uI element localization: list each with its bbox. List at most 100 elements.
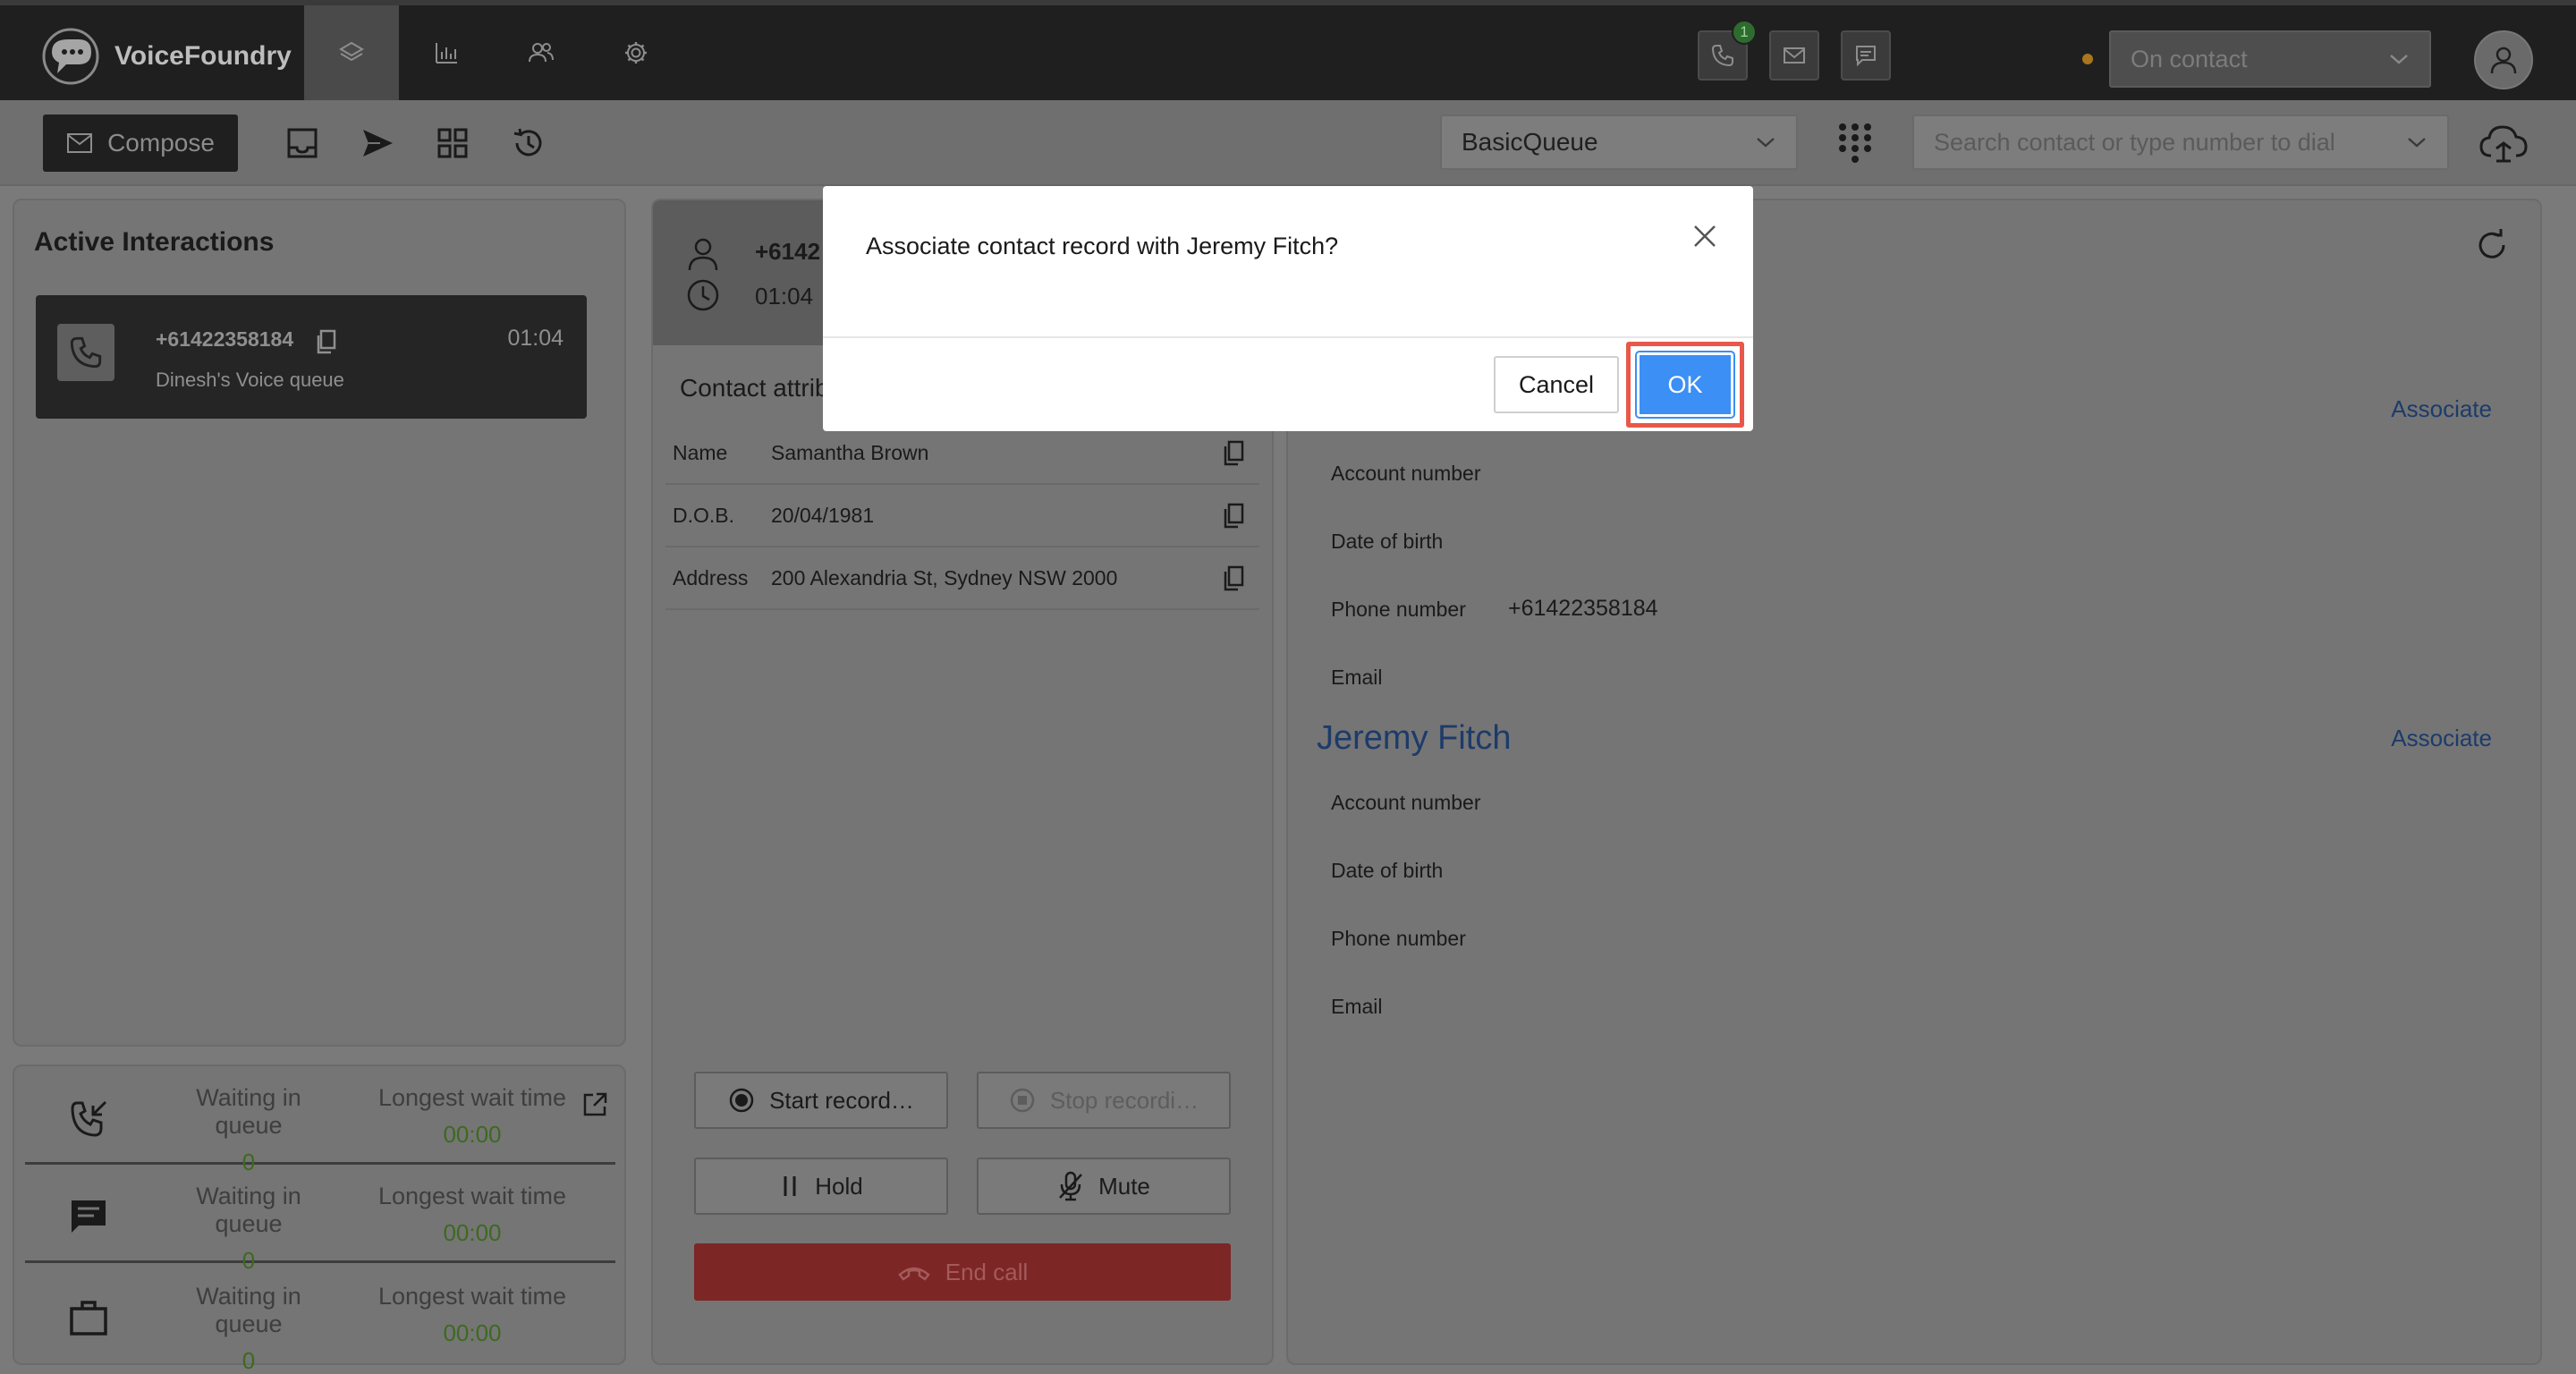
dial-search-input[interactable]: Search contact or type number to dial [1912,114,2449,170]
associate-link[interactable]: Associate [2391,725,2492,752]
dial-search-placeholder: Search contact or type number to dial [1934,128,2335,156]
interaction-card[interactable]: +61422358184 Dinesh's Voice queue 01:04 [36,295,587,419]
match-field-label: Email [1331,666,1383,689]
users-icon [529,43,554,63]
match-name[interactable]: Jeremy Fitch [1317,719,1511,758]
match-field-label: Account number [1331,791,1481,814]
match-field-label: Phone number [1331,927,1466,950]
copy-icon[interactable] [1222,503,1245,530]
stop-recording-button[interactable]: Stop recordi… [977,1072,1231,1129]
gear-icon [625,42,647,64]
waiting-value: 0 [242,1347,256,1374]
briefcase-icon [70,1301,107,1336]
mail-icon [67,133,93,153]
match-field-value: +61422358184 [1508,596,1658,621]
match-field-label: Date of birth [1331,530,1444,553]
end-call-button[interactable]: End call [694,1243,1231,1301]
apps-button[interactable] [428,118,478,168]
email-channel-button[interactable] [1769,30,1819,81]
waiting-label: Waiting in queue [196,1084,301,1139]
user-icon [688,238,718,271]
bar-chart-icon [436,43,457,64]
attribute-value: Samantha Brown [771,440,929,464]
contact-number: +6142 [755,238,821,265]
mute-button[interactable]: Mute [977,1158,1231,1215]
queue-stats-row: Waiting in queue 0 Longest wait time 00:… [25,1165,615,1274]
associate-confirm-dialog: Associate contact record with Jeremy Fit… [823,186,1753,431]
inbox-button[interactable] [277,118,327,168]
stop-recording-label: Stop recordi… [1049,1086,1199,1114]
cancel-button[interactable]: Cancel [1494,356,1619,413]
history-icon [513,128,542,157]
inbox-icon [287,128,318,158]
layers-icon [339,41,364,62]
interaction-timer: 01:04 [507,326,564,351]
interaction-queue: Dinesh's Voice queue [156,369,344,391]
chat-channel-button[interactable] [1841,30,1891,81]
queue-stats-panel: Waiting in queue 0 Longest wait time 00:… [13,1064,626,1374]
queue-select[interactable]: BasicQueue [1440,114,1798,170]
nav-workspace[interactable] [304,5,399,100]
copy-icon[interactable] [1222,440,1245,467]
attribute-row: Name Samantha Brown [665,422,1259,485]
longest-wait-time: Longest wait time 00:00 [365,1183,580,1247]
start-recording-button[interactable]: Start record… [694,1072,948,1129]
external-link-icon[interactable] [581,1091,608,1118]
channel-buttons: 1 [1698,20,1891,81]
hold-label: Hold [815,1172,863,1200]
mute-label: Mute [1098,1172,1150,1200]
active-interactions-title: Active Interactions [34,227,275,257]
stop-record-icon [1010,1088,1035,1113]
interaction-channel-icon-box [57,324,114,381]
top-nav [304,5,683,100]
agent-status-select[interactable]: On contact [2109,30,2431,88]
phone-icon [70,336,102,369]
refresh-icon[interactable] [2474,227,2510,263]
queue-select-value: BasicQueue [1462,128,1598,156]
longest-wait-time: Longest wait time 00:00 [365,1084,580,1149]
dialpad-icon[interactable] [1834,120,1877,163]
waiting-label: Waiting in queue [196,1283,301,1337]
nav-contacts[interactable] [494,5,589,100]
nav-settings[interactable] [589,5,683,100]
ok-button[interactable]: OK [1637,352,1733,417]
close-icon[interactable] [1689,220,1721,252]
copy-icon[interactable] [315,329,338,354]
user-icon [2490,47,2517,74]
send-icon [363,130,393,157]
history-button[interactable] [503,118,553,168]
associate-link[interactable]: Associate [2391,395,2492,423]
microphone-off-icon [1059,1171,1083,1201]
attribute-key: Name [673,440,728,464]
mail-icon [1784,47,1805,64]
agent-status-value: On contact [2131,45,2248,72]
incoming-call-icon [71,1100,107,1137]
active-interactions-panel: Active Interactions +61422358184 Dinesh'… [13,199,626,1047]
chevron-down-icon [2390,55,2408,64]
nav-reports[interactable] [399,5,494,100]
dialog-divider [823,336,1753,338]
message-icon [1856,46,1876,67]
hold-button[interactable]: Hold [694,1158,948,1215]
start-recording-label: Start record… [769,1086,914,1114]
attribute-row: Address 200 Alexandria St, Sydney NSW 20… [665,547,1259,610]
compose-label: Compose [107,129,215,157]
app-logo[interactable]: VoiceFoundry [39,25,292,88]
longest-value: 00:00 [443,1121,502,1148]
copy-icon[interactable] [1222,565,1245,592]
compose-button[interactable]: Compose [43,114,238,172]
longest-label: Longest wait time [377,1283,567,1310]
longest-label: Longest wait time [377,1183,567,1209]
cloud-connection-icon[interactable] [2478,118,2529,170]
match-field-label: Date of birth [1331,859,1444,882]
clock-icon [687,279,719,311]
contact-timer: 01:04 [755,283,814,310]
outbound-button[interactable] [352,118,402,168]
match-field-label: Account number [1331,462,1481,485]
user-avatar[interactable] [2474,30,2533,89]
attribute-row: D.O.B. 20/04/1981 [665,485,1259,547]
interaction-number: +61422358184 [156,327,294,351]
attribute-value: 200 Alexandria St, Sydney NSW 2000 [771,565,1118,589]
voice-channel-button[interactable]: 1 [1698,20,1757,81]
attribute-key: D.O.B. [673,503,735,527]
